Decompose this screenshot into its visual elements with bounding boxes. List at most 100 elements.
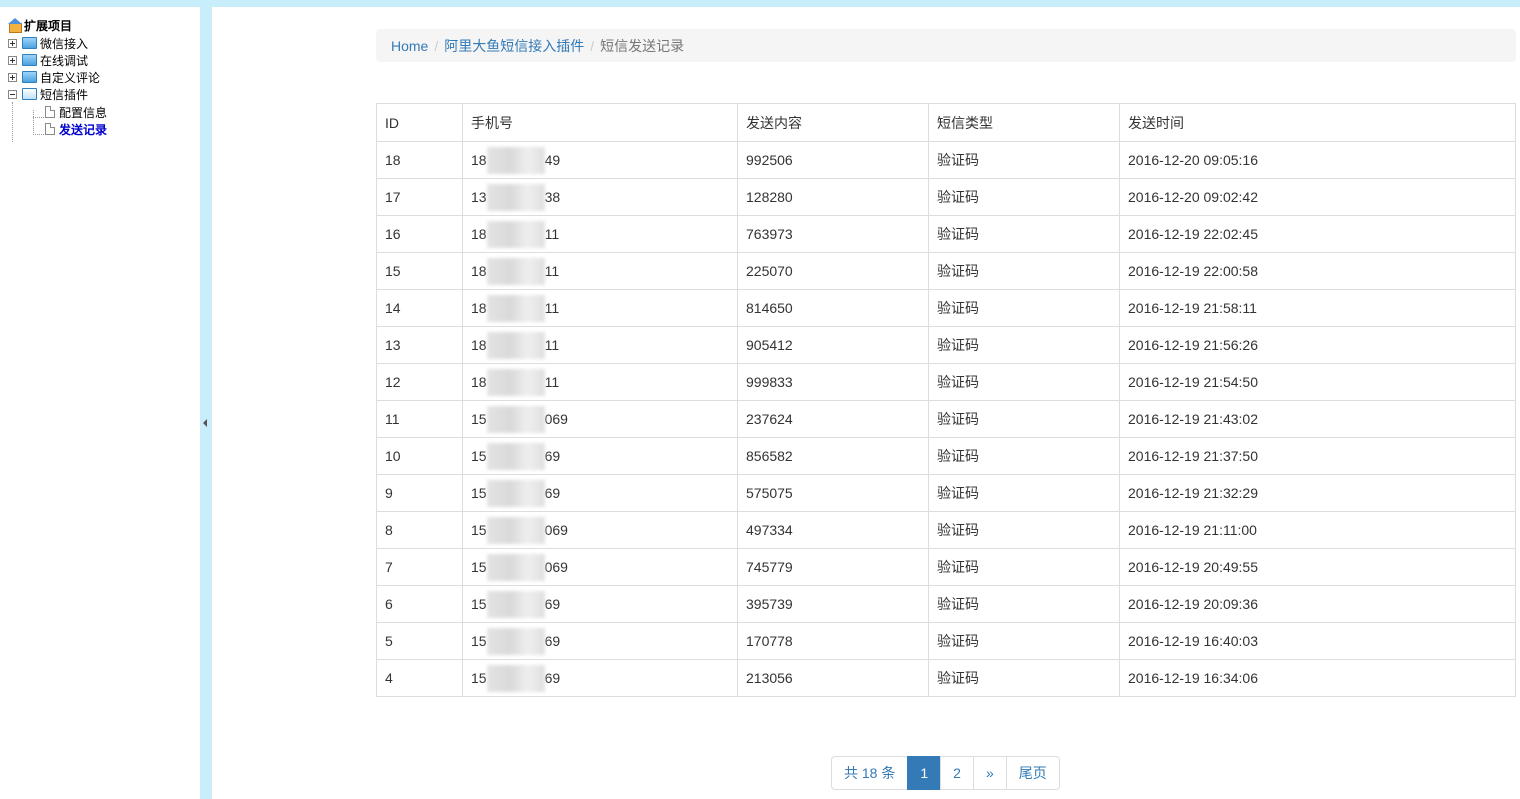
phone-prefix: 15: [471, 633, 487, 649]
phone-prefix: 15: [471, 522, 487, 538]
page-button-1[interactable]: 1: [907, 756, 942, 790]
cell-type: 验证码: [928, 141, 1120, 179]
expand-icon[interactable]: [8, 72, 17, 82]
next-page-button[interactable]: »: [972, 756, 1007, 790]
cell-time: 2016-12-19 21:58:11: [1119, 289, 1516, 327]
tree-node-comments[interactable]: 自定义评论: [8, 69, 100, 85]
collapse-arrow-icon[interactable]: [203, 419, 207, 427]
cell-id: 14: [376, 289, 463, 327]
phone-prefix: 18: [471, 226, 487, 242]
column-header-id: ID: [376, 103, 463, 142]
cell-content: 237624: [737, 400, 929, 438]
tree-line: [33, 117, 44, 118]
breadcrumb-current: 短信发送记录: [600, 37, 685, 54]
pagination-total: 共 18 条: [831, 756, 909, 790]
table-row: 14 18 11 814650 验证码 2016-12-19 21:58:11: [376, 289, 1516, 327]
cell-time: 2016-12-19 20:09:36: [1119, 585, 1516, 623]
cell-phone: 15 069: [462, 511, 738, 549]
cell-id: 16: [376, 215, 463, 253]
cell-phone: 18 11: [462, 289, 738, 327]
tree-node-sms[interactable]: 短信插件: [8, 86, 88, 102]
phone-prefix: 15: [471, 448, 487, 464]
breadcrumb: Home / 阿里大鱼短信接入插件 / 短信发送记录: [376, 29, 1516, 62]
cell-time: 2016-12-19 22:00:58: [1119, 252, 1516, 290]
cell-content: 170778: [737, 622, 929, 660]
redaction-blur: [487, 295, 545, 322]
tree-node-label: 微信接入: [40, 36, 89, 51]
column-header-type: 短信类型: [928, 103, 1120, 142]
phone-prefix: 13: [471, 189, 487, 205]
tree-child-label: 发送记录: [59, 122, 108, 137]
panel-splitter[interactable]: [200, 7, 212, 799]
folder-icon: [22, 71, 37, 83]
collapse-icon[interactable]: [8, 89, 17, 99]
breadcrumb-separator: /: [434, 37, 439, 54]
phone-prefix: 18: [471, 337, 487, 353]
tree-root[interactable]: 扩展项目: [8, 17, 72, 33]
table-row: 18 18 49 992506 验证码 2016-12-20 09:05:16: [376, 141, 1516, 179]
redaction-blur: [487, 554, 545, 581]
redaction-blur: [487, 628, 545, 655]
cell-phone: 15 069: [462, 400, 738, 438]
cell-id: 7: [376, 548, 463, 586]
tree-root-label: 扩展项目: [24, 18, 73, 33]
last-page-button[interactable]: 尾页: [1005, 756, 1060, 790]
phone-prefix: 15: [471, 670, 487, 686]
column-header-time: 发送时间: [1119, 103, 1516, 142]
tree-child-config[interactable]: 配置信息: [45, 104, 107, 120]
cell-type: 验证码: [928, 622, 1120, 660]
table-row: 15 18 11 225070 验证码 2016-12-19 22:00:58: [376, 252, 1516, 290]
tree-node-label: 短信插件: [40, 87, 89, 102]
cell-content: 395739: [737, 585, 929, 623]
cell-type: 验证码: [928, 289, 1120, 327]
tree-child-send-log[interactable]: 发送记录: [45, 121, 107, 137]
cell-content: 213056: [737, 659, 929, 697]
cell-type: 验证码: [928, 400, 1120, 438]
cell-time: 2016-12-19 22:02:45: [1119, 215, 1516, 253]
table-row: 4 15 69 213056 验证码 2016-12-19 16:34:06: [376, 659, 1516, 697]
tree-node-debug[interactable]: 在线调试: [8, 52, 88, 68]
table-row: 11 15 069 237624 验证码 2016-12-19 21:43:02: [376, 400, 1516, 438]
cell-type: 验证码: [928, 437, 1120, 475]
table-row: 13 18 11 905412 验证码 2016-12-19 21:56:26: [376, 326, 1516, 364]
breadcrumb-plugin[interactable]: 阿里大鱼短信接入插件: [444, 36, 584, 56]
phone-suffix: 38: [544, 189, 561, 205]
cell-phone: 18 11: [462, 326, 738, 364]
cell-time: 2016-12-19 16:34:06: [1119, 659, 1516, 697]
column-header-content: 发送内容: [737, 103, 929, 142]
cell-id: 17: [376, 178, 463, 216]
cell-time: 2016-12-19 16:40:03: [1119, 622, 1516, 660]
cell-content: 905412: [737, 326, 929, 364]
redaction-blur: [487, 221, 545, 248]
sms-log-table: ID 手机号 发送内容 短信类型 发送时间 18 18 49 992506 验证码 201…: [376, 103, 1516, 697]
table-row: 6 15 69 395739 验证码 2016-12-19 20:09:36: [376, 585, 1516, 623]
expand-icon[interactable]: [8, 38, 17, 48]
cell-type: 验证码: [928, 511, 1120, 549]
folder-icon: [22, 37, 37, 49]
cell-content: 497334: [737, 511, 929, 549]
cell-time: 2016-12-19 21:54:50: [1119, 363, 1516, 401]
expand-icon[interactable]: [8, 55, 17, 65]
cell-content: 745779: [737, 548, 929, 586]
phone-prefix: 15: [471, 485, 487, 501]
cell-content: 814650: [737, 289, 929, 327]
redaction-blur: [487, 258, 545, 285]
cell-phone: 18 11: [462, 363, 738, 401]
column-header-phone: 手机号: [462, 103, 738, 142]
redaction-blur: [487, 591, 545, 618]
breadcrumb-home[interactable]: Home: [391, 38, 428, 54]
phone-prefix: 15: [471, 596, 487, 612]
tree-node-wechat[interactable]: 微信接入: [8, 35, 88, 51]
phone-suffix: 69: [544, 485, 561, 501]
cell-time: 2016-12-19 21:37:50: [1119, 437, 1516, 475]
table-row: 8 15 069 497334 验证码 2016-12-19 21:11:00: [376, 511, 1516, 549]
redaction-blur: [487, 517, 545, 544]
breadcrumb-separator: /: [590, 37, 595, 54]
table-body: 18 18 49 992506 验证码 2016-12-20 09:05:16 17 13 38…: [376, 141, 1516, 697]
phone-prefix: 15: [471, 411, 487, 427]
cell-time: 2016-12-19 21:11:00: [1119, 511, 1516, 549]
tree-child-label: 配置信息: [59, 105, 108, 120]
page-button-2[interactable]: 2: [940, 756, 974, 790]
cell-type: 验证码: [928, 474, 1120, 512]
home-icon: [8, 18, 22, 33]
